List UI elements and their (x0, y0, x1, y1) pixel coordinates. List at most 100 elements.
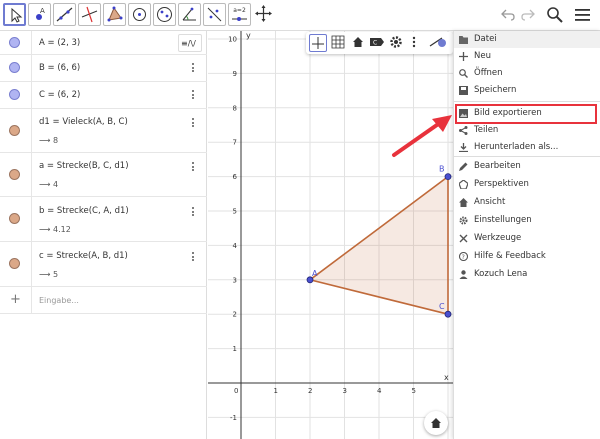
menu-item-label: Öffnen (474, 68, 503, 78)
row-menu-icon[interactable] (192, 207, 195, 218)
algebra-definition[interactable]: a = Strecke(B, C, d1) (39, 161, 129, 171)
visibility-toggle-icon[interactable] (9, 169, 20, 180)
axes-toggle-icon[interactable] (309, 34, 327, 52)
reflect-tool-icon[interactable] (203, 3, 226, 26)
menu-item-ansicht[interactable]: Ansicht (454, 194, 600, 211)
redo-icon[interactable] (520, 6, 536, 22)
menu-item-werkzeuge[interactable]: Werkzeuge (454, 230, 600, 247)
visibility-toggle-icon[interactable] (9, 258, 20, 269)
slider-tool-icon[interactable]: a=2 (228, 3, 251, 26)
algebra-definition[interactable]: A = (2, 3) (39, 38, 80, 48)
algebra-definition[interactable]: B = (6, 6) (39, 63, 80, 73)
row-menu-icon[interactable] (192, 252, 195, 263)
plus-icon[interactable]: + (10, 292, 21, 307)
search-icon[interactable] (546, 6, 564, 24)
visibility-toggle-icon[interactable] (9, 213, 20, 224)
menu-item-einstellungen[interactable]: Einstellungen (454, 212, 600, 229)
menu-item-perspektiven[interactable]: Perspektiven (454, 176, 600, 193)
menu-item-teilen[interactable]: Teilen (454, 122, 600, 139)
gear-icon (459, 216, 468, 225)
y-tick-label: -1 (230, 414, 237, 422)
algebra-definition[interactable]: C = (6, 2) (39, 90, 80, 100)
algebra-definition[interactable]: c = Strecke(A, B, d1) (39, 251, 128, 261)
algebra-input[interactable]: Eingabe... (39, 296, 79, 305)
visibility-toggle-icon[interactable] (9, 89, 20, 100)
plus-icon (459, 52, 468, 61)
y-tick-label: 1 (233, 345, 237, 353)
perspectives-icon (459, 180, 468, 189)
algebra-row-c[interactable]: c = Strecke(A, B, d1) ⟶ 5 (0, 242, 207, 287)
perpendicular-tool-icon[interactable] (78, 3, 101, 26)
algebra-row-A[interactable]: A = (2, 3) (0, 31, 207, 55)
menu-item-label: Hilfe & Feedback (474, 251, 546, 261)
menu-item-label: Herunterladen als... (474, 142, 559, 152)
menu-item-label: Ansicht (474, 197, 506, 207)
label-style-icon[interactable]: C (368, 34, 386, 52)
line-tool-icon[interactable] (53, 3, 76, 26)
svg-text:A: A (40, 7, 45, 15)
algebra-result: ⟶ 5 (39, 270, 59, 279)
share-icon (459, 126, 468, 135)
menu-item-label: Werkzeuge (474, 233, 522, 243)
graphics-style-bar: C (306, 32, 453, 54)
visibility-toggle-icon[interactable] (9, 62, 20, 73)
algebra-row-a[interactable]: a = Strecke(B, C, d1) ⟶ 4 (0, 153, 207, 197)
point-label-B: B (439, 165, 445, 174)
angle-tool-icon[interactable] (178, 3, 201, 26)
algebra-row-B[interactable]: B = (6, 6) (0, 55, 207, 82)
row-menu-icon[interactable] (192, 63, 195, 74)
menu-item-oeffnen[interactable]: Öffnen (454, 65, 600, 82)
move-tool-icon[interactable] (3, 3, 26, 26)
row-divider (31, 153, 32, 196)
visibility-toggle-icon[interactable] (9, 125, 20, 136)
menu-item-datei[interactable]: Datei (454, 31, 600, 48)
row-divider (31, 197, 32, 241)
row-divider (31, 287, 32, 313)
row-menu-icon[interactable] (192, 118, 195, 129)
visibility-toggle-icon[interactable] (9, 37, 20, 48)
annotation-arrow (392, 115, 452, 157)
row-menu-icon[interactable] (192, 162, 195, 173)
point-label-C: C (439, 302, 445, 311)
algebra-row-b[interactable]: b = Strecke(C, A, d1) ⟶ 4.12 (0, 197, 207, 242)
grid-toggle-icon[interactable] (330, 34, 348, 52)
menu-item-bearbeiten[interactable]: Bearbeiten (454, 158, 600, 175)
algebra-definition[interactable]: d1 = Vieleck(A, B, C) (39, 117, 128, 127)
point-tool-icon[interactable]: A (28, 3, 51, 26)
menu-item-user[interactable]: Kozuch Lena (454, 266, 600, 283)
algebra-row-C[interactable]: C = (6, 2) (0, 82, 207, 109)
row-divider (31, 31, 32, 54)
home-view-icon[interactable] (350, 34, 368, 52)
move-view-tool-icon[interactable] (253, 3, 276, 26)
polygon-tool-icon[interactable] (103, 3, 126, 26)
user-icon (459, 270, 468, 279)
main-menu: Datei Neu Öffnen Speichern Bild exportie… (453, 31, 600, 439)
menu-item-hilfe[interactable]: ? Hilfe & Feedback (454, 248, 600, 265)
download-icon (459, 143, 468, 152)
gear-icon[interactable] (388, 34, 406, 52)
row-menu-icon[interactable] (192, 90, 195, 101)
menu-item-label: Bearbeiten (474, 161, 521, 171)
tools-icon (459, 234, 468, 243)
style-bar-toggle-icon[interactable] (428, 34, 446, 52)
menu-separator (454, 101, 600, 102)
undo-icon[interactable] (500, 6, 516, 22)
algebra-row-d1[interactable]: d1 = Vieleck(A, B, C) ⟶ 8 (0, 109, 207, 153)
x-tick-label: 2 (308, 387, 312, 395)
menu-item-speichern[interactable]: Speichern (454, 82, 600, 99)
x-tick-label: 0 (234, 387, 238, 395)
menu-separator (454, 156, 600, 157)
more-options-icon[interactable] (406, 34, 424, 52)
algebra-definition[interactable]: b = Strecke(C, A, d1) (39, 206, 129, 216)
highlight-box (455, 104, 597, 124)
hamburger-menu-icon[interactable] (574, 6, 592, 24)
circle-tool-icon[interactable] (128, 3, 151, 26)
menu-item-neu[interactable]: Neu (454, 48, 600, 65)
ellipse-tool-icon[interactable] (153, 3, 176, 26)
standard-view-button[interactable] (424, 411, 448, 435)
menu-item-herunterladen[interactable]: Herunterladen als... (454, 139, 600, 156)
y-tick-label: 9 (233, 70, 237, 78)
algebra-input-row[interactable]: + Eingabe... (0, 287, 207, 314)
main-toolbar: A a=2 (0, 0, 600, 31)
help-icon: ? (459, 252, 468, 261)
